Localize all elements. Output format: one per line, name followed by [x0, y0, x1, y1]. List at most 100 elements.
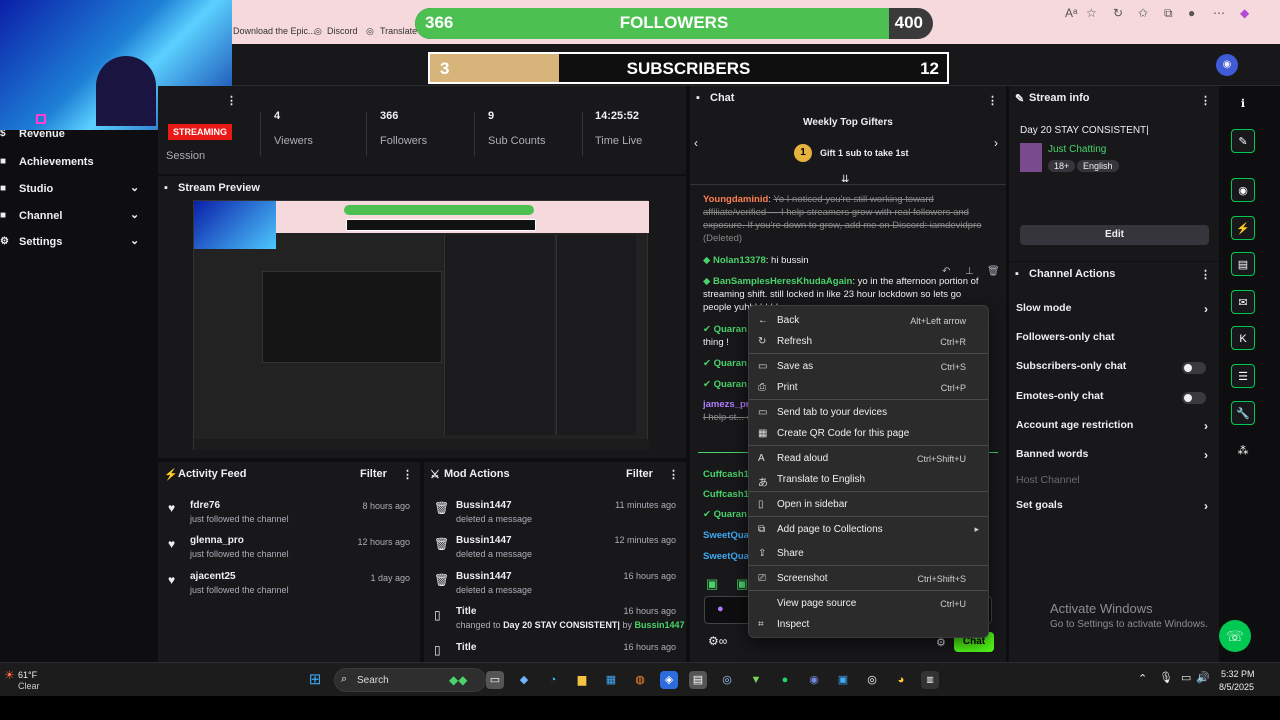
menu-item-refresh[interactable]: Refresh: [777, 336, 812, 347]
sidebar-item-settings[interactable]: ⚙ Settings ⌄: [0, 232, 150, 256]
gift-text[interactable]: Gift 1 sub to take 1st: [820, 148, 909, 158]
firefox-icon[interactable]: ◍: [631, 671, 649, 689]
category-name[interactable]: Just Chatting: [1048, 144, 1106, 155]
action-banned-words[interactable]: Banned words ›: [1016, 448, 1212, 468]
copilot-icon[interactable]: ◆: [1240, 6, 1249, 20]
sidebar-item-studio[interactable]: ■ Studio ⌄: [0, 179, 150, 203]
delete-icon[interactable]: 🗑: [987, 266, 1000, 277]
action-account-age[interactable]: Account age restriction ›: [1016, 419, 1212, 439]
more-options-icon[interactable]: ⋮: [1200, 268, 1211, 281]
menu-item-share[interactable]: Share: [777, 548, 804, 559]
document-icon[interactable]: ▤: [1231, 252, 1255, 276]
menu-item-qr-code[interactable]: Create QR Code for this page: [777, 428, 909, 439]
more-options-icon[interactable]: ⋮: [1200, 94, 1211, 107]
dropbox-icon[interactable]: ◈: [660, 671, 678, 689]
read-aloud-icon[interactable]: Aᵃ: [1065, 6, 1077, 20]
action-followers-only[interactable]: Followers-only chat: [1016, 331, 1212, 351]
menu-item-inspect[interactable]: Inspect: [777, 619, 809, 630]
chrome-icon[interactable]: ◕: [892, 671, 910, 689]
edge-icon[interactable]: ◔: [544, 671, 562, 689]
emote-icon[interactable]: ▣: [736, 576, 748, 592]
volume-icon[interactable]: 🔊: [1196, 671, 1210, 684]
menu-item-send-tab[interactable]: Send tab to your devices: [777, 407, 887, 418]
more-options-icon[interactable]: ⋮: [402, 468, 413, 481]
menu-item-open-sidebar[interactable]: Open in sidebar: [777, 499, 848, 510]
more-options-icon[interactable]: ⋮: [226, 94, 237, 107]
bookmark-epic[interactable]: Download the Epic...: [233, 26, 316, 36]
refresh-icon[interactable]: ↻: [1113, 6, 1123, 20]
menu-item-view-source[interactable]: View page source: [777, 598, 856, 609]
favorite-star-icon[interactable]: ☆: [1086, 6, 1097, 20]
activity-filter-button[interactable]: Filter: [360, 468, 387, 480]
menu-item-print[interactable]: Print: [777, 382, 798, 393]
chat-user[interactable]: Cuffcash10: [703, 489, 754, 500]
reply-icon[interactable]: ↶: [942, 266, 950, 277]
list-icon[interactable]: ☰: [1231, 364, 1255, 388]
edit-button[interactable]: Edit: [1020, 225, 1209, 245]
mod-filter-button[interactable]: Filter: [626, 468, 653, 480]
chevron-right-icon[interactable]: ›: [994, 136, 998, 150]
pin-icon[interactable]: ⊥: [965, 266, 974, 277]
chat-user[interactable]: Quaran: [714, 379, 747, 390]
weather-text[interactable]: Clear: [18, 681, 40, 691]
menu-item-save-as[interactable]: Save as: [777, 361, 813, 372]
chat-bubble-icon[interactable]: ✉: [1231, 290, 1255, 314]
kick-logo-icon[interactable]: K: [1231, 326, 1255, 350]
chat-user[interactable]: SweetQuat: [703, 551, 752, 562]
network-icon[interactable]: ▭: [1181, 671, 1191, 684]
clock-time[interactable]: 5:32 PM: [1221, 669, 1255, 679]
chat-user[interactable]: Cuffcash10: [703, 469, 754, 480]
chat-user[interactable]: Nolan13378: [713, 255, 766, 266]
chat-message[interactable]: Youngdaminid: Yo I noticed you're still …: [703, 193, 988, 245]
file-explorer-icon[interactable]: ▆: [573, 671, 591, 689]
mic-icon[interactable]: ●: [717, 603, 724, 615]
spotify-icon[interactable]: ●: [776, 671, 794, 689]
action-slow-mode[interactable]: Slow mode ›: [1016, 302, 1212, 322]
menu-item-translate[interactable]: Translate to English: [777, 474, 865, 485]
bookmark-discord[interactable]: Discord: [327, 26, 358, 36]
menu-item-screenshot[interactable]: Screenshot: [777, 573, 828, 584]
sidebar-item-achievements[interactable]: ■ Achievements: [0, 152, 150, 176]
profile-icon[interactable]: ●: [1188, 6, 1195, 20]
calculator-icon[interactable]: ▤: [689, 671, 707, 689]
clock-date[interactable]: 8/5/2025: [1219, 682, 1254, 692]
menu-item-collections[interactable]: Add page to Collections: [777, 524, 883, 535]
windows-start-icon[interactable]: ⊞: [306, 671, 324, 689]
discord-icon[interactable]: ◉: [805, 671, 823, 689]
steam-icon[interactable]: ◎: [718, 671, 736, 689]
chat-user[interactable]: Quaran: [714, 358, 747, 369]
task-view-icon[interactable]: ▭: [486, 671, 504, 689]
action-subscribers-only[interactable]: Subscribers-only chat: [1016, 360, 1212, 380]
info-icon[interactable]: ℹ: [1231, 92, 1255, 116]
chat-user[interactable]: BanSamplesHeresKhudaAgain: [713, 276, 852, 287]
pencil-icon[interactable]: ✎: [1231, 129, 1255, 153]
wrench-icon[interactable]: 🔧: [1231, 401, 1255, 425]
phone-link-icon[interactable]: ▣: [834, 671, 852, 689]
obs-icon[interactable]: ◎: [863, 671, 881, 689]
chat-user[interactable]: Quaran: [714, 509, 747, 520]
camera-icon[interactable]: ◉: [1231, 178, 1255, 202]
collections-icon[interactable]: ⧉: [1164, 6, 1173, 21]
settings-link-icon[interactable]: ⚙∞: [708, 634, 727, 648]
more-options-icon[interactable]: ⋮: [987, 94, 998, 107]
taskbar-search[interactable]: ⌕ Search ◆◆: [334, 668, 486, 692]
emotes-only-toggle[interactable]: [1182, 392, 1206, 404]
chat-user[interactable]: Youngdaminid: [703, 194, 768, 205]
more-options-icon[interactable]: ⋮: [668, 468, 679, 481]
connections-icon[interactable]: ⁂: [1231, 439, 1255, 463]
chat-user[interactable]: SweetQuat: [703, 530, 752, 541]
weather-temp[interactable]: 61°F: [18, 670, 37, 680]
action-emotes-only[interactable]: Emotes-only chat: [1016, 390, 1212, 410]
chat-user[interactable]: Quaran: [714, 324, 747, 335]
action-set-goals[interactable]: Set goals ›: [1016, 499, 1212, 519]
menu-item-read-aloud[interactable]: Read aloud: [777, 453, 828, 464]
user-avatar[interactable]: ◉: [1216, 54, 1238, 76]
sidebar-item-channel[interactable]: ■ Channel ⌄: [0, 206, 150, 230]
favorites-icon[interactable]: ✩: [1138, 6, 1148, 20]
app-icon[interactable]: ▥: [921, 671, 939, 689]
vpn-icon[interactable]: ▼: [747, 671, 765, 689]
subscribers-only-toggle[interactable]: [1182, 362, 1206, 374]
store-icon[interactable]: ▦: [602, 671, 620, 689]
menu-item-back[interactable]: Back: [777, 315, 799, 326]
lightning-icon[interactable]: ⚡: [1231, 216, 1255, 240]
